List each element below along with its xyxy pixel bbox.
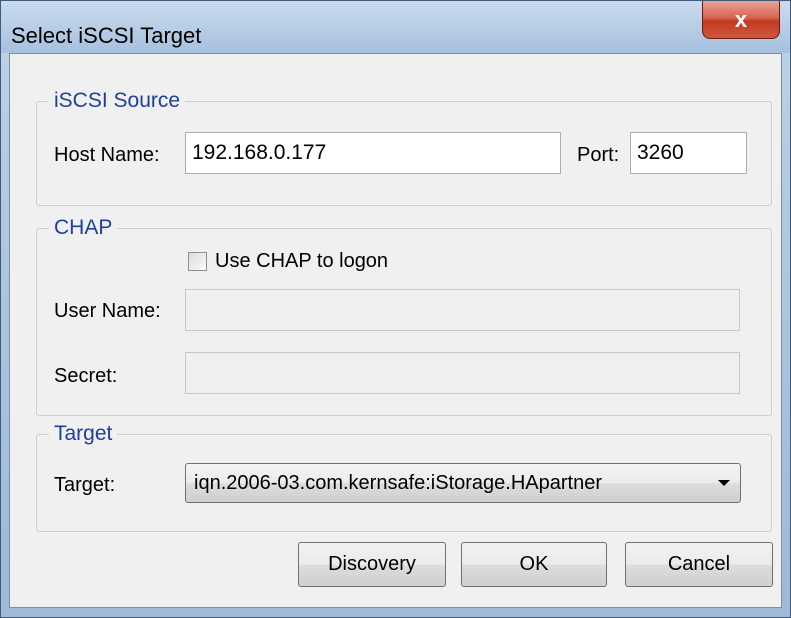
target-label: Target: bbox=[54, 474, 116, 496]
title-bar[interactable]: Select iSCSI Target x bbox=[1, 1, 790, 53]
iscsi-source-legend: iSCSI Source bbox=[54, 89, 181, 112]
use-chap-label[interactable]: Use CHAP to logon bbox=[215, 250, 388, 273]
user-name-input[interactable] bbox=[185, 289, 740, 331]
host-name-input[interactable]: 192.168.0.177 bbox=[185, 132, 561, 174]
ok-button[interactable]: OK bbox=[461, 542, 607, 587]
secret-label: Secret: bbox=[54, 365, 118, 387]
window-title: Select iSCSI Target bbox=[11, 23, 202, 48]
close-button[interactable]: x bbox=[702, 1, 780, 39]
port-input[interactable]: 3260 bbox=[630, 132, 747, 174]
chap-legend: CHAP bbox=[54, 216, 113, 239]
chevron-down-icon bbox=[718, 480, 730, 486]
host-name-label: Host Name: bbox=[54, 144, 160, 166]
target-dropdown[interactable]: iqn.2006-03.com.kernsafe:iStorage.HApart… bbox=[185, 463, 741, 503]
user-name-label: User Name: bbox=[54, 300, 161, 322]
dialog-body: iSCSI Source Host Name: 192.168.0.177 Po… bbox=[9, 53, 782, 608]
target-legend: Target bbox=[54, 422, 113, 445]
discovery-button[interactable]: Discovery bbox=[298, 542, 446, 587]
port-label: Port: bbox=[577, 144, 620, 166]
cancel-button[interactable]: Cancel bbox=[625, 542, 773, 587]
close-icon: x bbox=[734, 6, 748, 32]
secret-input[interactable] bbox=[185, 352, 740, 394]
target-dropdown-value: iqn.2006-03.com.kernsafe:iStorage.HApart… bbox=[194, 472, 603, 494]
dialog-window: Select iSCSI Target x iSCSI Source Host … bbox=[0, 0, 791, 618]
use-chap-checkbox[interactable] bbox=[188, 252, 207, 271]
